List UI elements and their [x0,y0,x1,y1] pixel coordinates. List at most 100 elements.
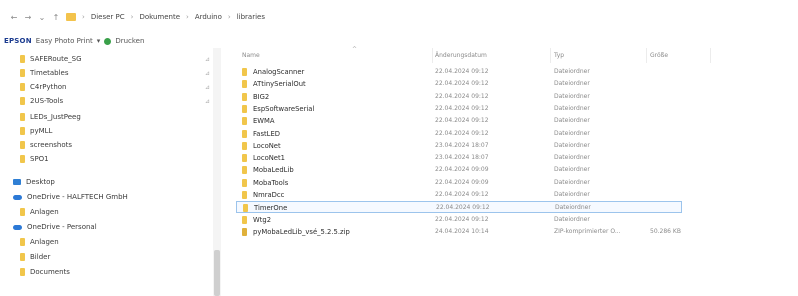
folder-icon [242,117,247,126]
file-row[interactable]: AnalogScanner 22.04.2024 09:12 Dateiordner [232,66,682,78]
file-type: Dateiordner [554,141,590,149]
print-icon[interactable] [104,37,112,45]
folder-icon [242,68,247,76]
sidebar-scroll-thumb[interactable] [214,250,220,296]
file-list: Name ^ Änderungsdatum Typ Größe AnalogSc… [232,46,798,296]
column-header-name-label: Name [242,52,260,59]
cloud-icon [13,194,22,200]
column-header-type[interactable]: Typ [554,48,647,63]
folder-icon [20,238,25,246]
file-row[interactable]: EWMA 22.04.2024 09:12 Dateiordner [232,115,682,127]
desktop-icon [13,179,21,185]
cloud-icon [13,224,22,230]
file-name: pyMobaLedLib_vsé_5.2.5.zip [253,227,350,236]
file-row[interactable]: BIG2 22.04.2024 09:12 Dateiordner [232,91,682,103]
sidebar-item[interactable]: C4rPython ⊿ [20,80,210,94]
file-type: Dateiordner [554,129,590,137]
file-row[interactable]: Wtg2 22.04.2024 09:12 Dateiordner [232,214,682,226]
folder-icon [242,215,247,224]
file-date: 23.04.2024 18:07 [435,141,489,149]
sidebar-item-label: SAFERoute_SG [30,55,82,63]
file-date: 22.04.2024 09:12 [435,117,489,125]
file-type: Dateiordner [554,92,590,100]
sidebar-item-label: Timetables [30,69,69,77]
sidebar-item-label: pyMLL [30,127,53,135]
column-header-name[interactable]: Name ^ [242,46,433,63]
sidebar-item[interactable]: screenshots [20,138,72,152]
file-name-cell: EWMA [242,115,275,127]
up-icon[interactable]: ↑ [52,13,60,22]
sidebar-item[interactable]: Anlagen [20,235,59,249]
sidebar-item[interactable]: Bilder [20,250,50,264]
column-header-date[interactable]: Änderungsdatum [435,48,551,63]
file-type: Dateiordner [554,166,590,174]
print-button[interactable]: Drucken [115,37,144,45]
sidebar-item[interactable]: SAFERoute_SG ⊿ [20,52,210,66]
sidebar-item[interactable]: 2US-Tools ⊿ [20,94,210,108]
file-name: AnalogScanner [253,68,305,76]
file-date: 23.04.2024 18:07 [435,154,489,162]
file-row[interactable]: MobaTools 22.04.2024 09:09 Dateiordner [232,177,682,189]
sidebar-item[interactable]: pyMLL [20,124,52,138]
recent-chevron-icon[interactable]: ⌄ [38,13,46,22]
sidebar-item-label: 2US-Tools [30,97,64,105]
folder-icon [20,69,25,77]
file-row[interactable]: pyMobaLedLib_vsé_5.2.5.zip 24.04.2024 10:… [232,226,682,238]
dropdown-chevron-icon[interactable]: ▾ [97,37,101,45]
file-name: TimerOne [254,204,288,213]
folder-icon [242,129,247,138]
file-size: 50.286 KB [650,227,681,235]
sidebar-item-label: Bilder [30,253,51,261]
file-name: Wtg2 [253,215,272,224]
folder-icon [20,268,25,276]
breadcrumb-item-arduino[interactable]: Arduino [195,13,222,21]
folder-icon [20,83,25,91]
sidebar-item[interactable]: OneDrive - HALFTECH GmbH [13,190,128,204]
file-name-cell: MobaTools [242,177,288,189]
back-icon[interactable]: ← [10,13,18,22]
sidebar-item[interactable]: SPO1 [20,152,49,166]
file-row[interactable]: MobaLedLib 22.04.2024 09:09 Dateiordner [232,164,682,176]
easy-photo-print-button[interactable]: Easy Photo Print [36,37,93,45]
file-date: 22.04.2024 09:12 [436,204,490,212]
sidebar-item[interactable]: Documents [20,265,70,279]
sidebar-item-label: SPO1 [30,155,49,163]
file-name-cell: NmraDcc [242,189,284,201]
file-type: Dateiordner [554,80,590,88]
file-type: Dateiordner [555,204,591,212]
sidebar-item[interactable]: Timetables ⊿ [20,66,210,80]
column-header-size[interactable]: Größe [650,48,711,63]
file-date: 22.04.2024 09:12 [435,68,489,75]
column-header-date-label: Änderungsdatum [435,52,487,59]
forward-icon[interactable]: → [24,13,32,22]
file-name-cell: FastLED [242,128,280,140]
file-type: Dateiordner [554,178,590,186]
file-name: NmraDcc [253,191,285,199]
column-header-type-label: Typ [554,52,565,59]
epson-toolbar: EPSON Easy Photo Print ▾ Drucken [0,34,144,48]
sidebar-item[interactable]: OneDrive - Personal [13,220,97,234]
pin-icon: ⊿ [205,69,211,77]
folder-icon [20,97,25,105]
breadcrumb-separator: › [227,13,231,21]
file-name: MobaLedLib [253,166,294,175]
file-row[interactable]: TimerOne 22.04.2024 09:12 Dateiordner [236,201,682,214]
pin-icon: ⊿ [205,55,211,63]
sidebar-item[interactable]: LEDs_JustPeeg [20,110,81,124]
file-row[interactable]: NmraDcc 22.04.2024 09:12 Dateiordner [232,189,682,201]
file-row[interactable]: ATtinySerialOut 22.04.2024 09:12 Dateiordn… [232,78,682,90]
sidebar-item[interactable]: Anlagen [20,205,59,219]
file-date: 22.04.2024 09:12 [435,80,489,88]
breadcrumb-item-libraries[interactable]: libraries [237,13,265,21]
file-row[interactable]: FastLED 22.04.2024 09:12 Dateiordner [232,128,682,140]
sidebar-item[interactable]: Desktop [13,175,55,189]
sort-ascending-icon: ^ [352,46,358,53]
breadcrumb-item-dokumente[interactable]: Dokumente [139,13,180,21]
file-row[interactable]: LocoNet1 23.04.2024 18:07 Dateiordner [232,152,682,164]
file-name-cell: Wtg2 [242,214,271,226]
file-date: 22.04.2024 09:12 [435,215,489,223]
file-row[interactable]: EspSoftwareSerial 22.04.2024 09:12 Dateior… [232,103,682,115]
file-date: 22.04.2024 09:12 [435,92,489,100]
breadcrumb-item-dieser-pc[interactable]: Dieser PC [91,13,125,21]
file-row[interactable]: LocoNet 23.04.2024 18:07 Dateiordner [232,140,682,152]
